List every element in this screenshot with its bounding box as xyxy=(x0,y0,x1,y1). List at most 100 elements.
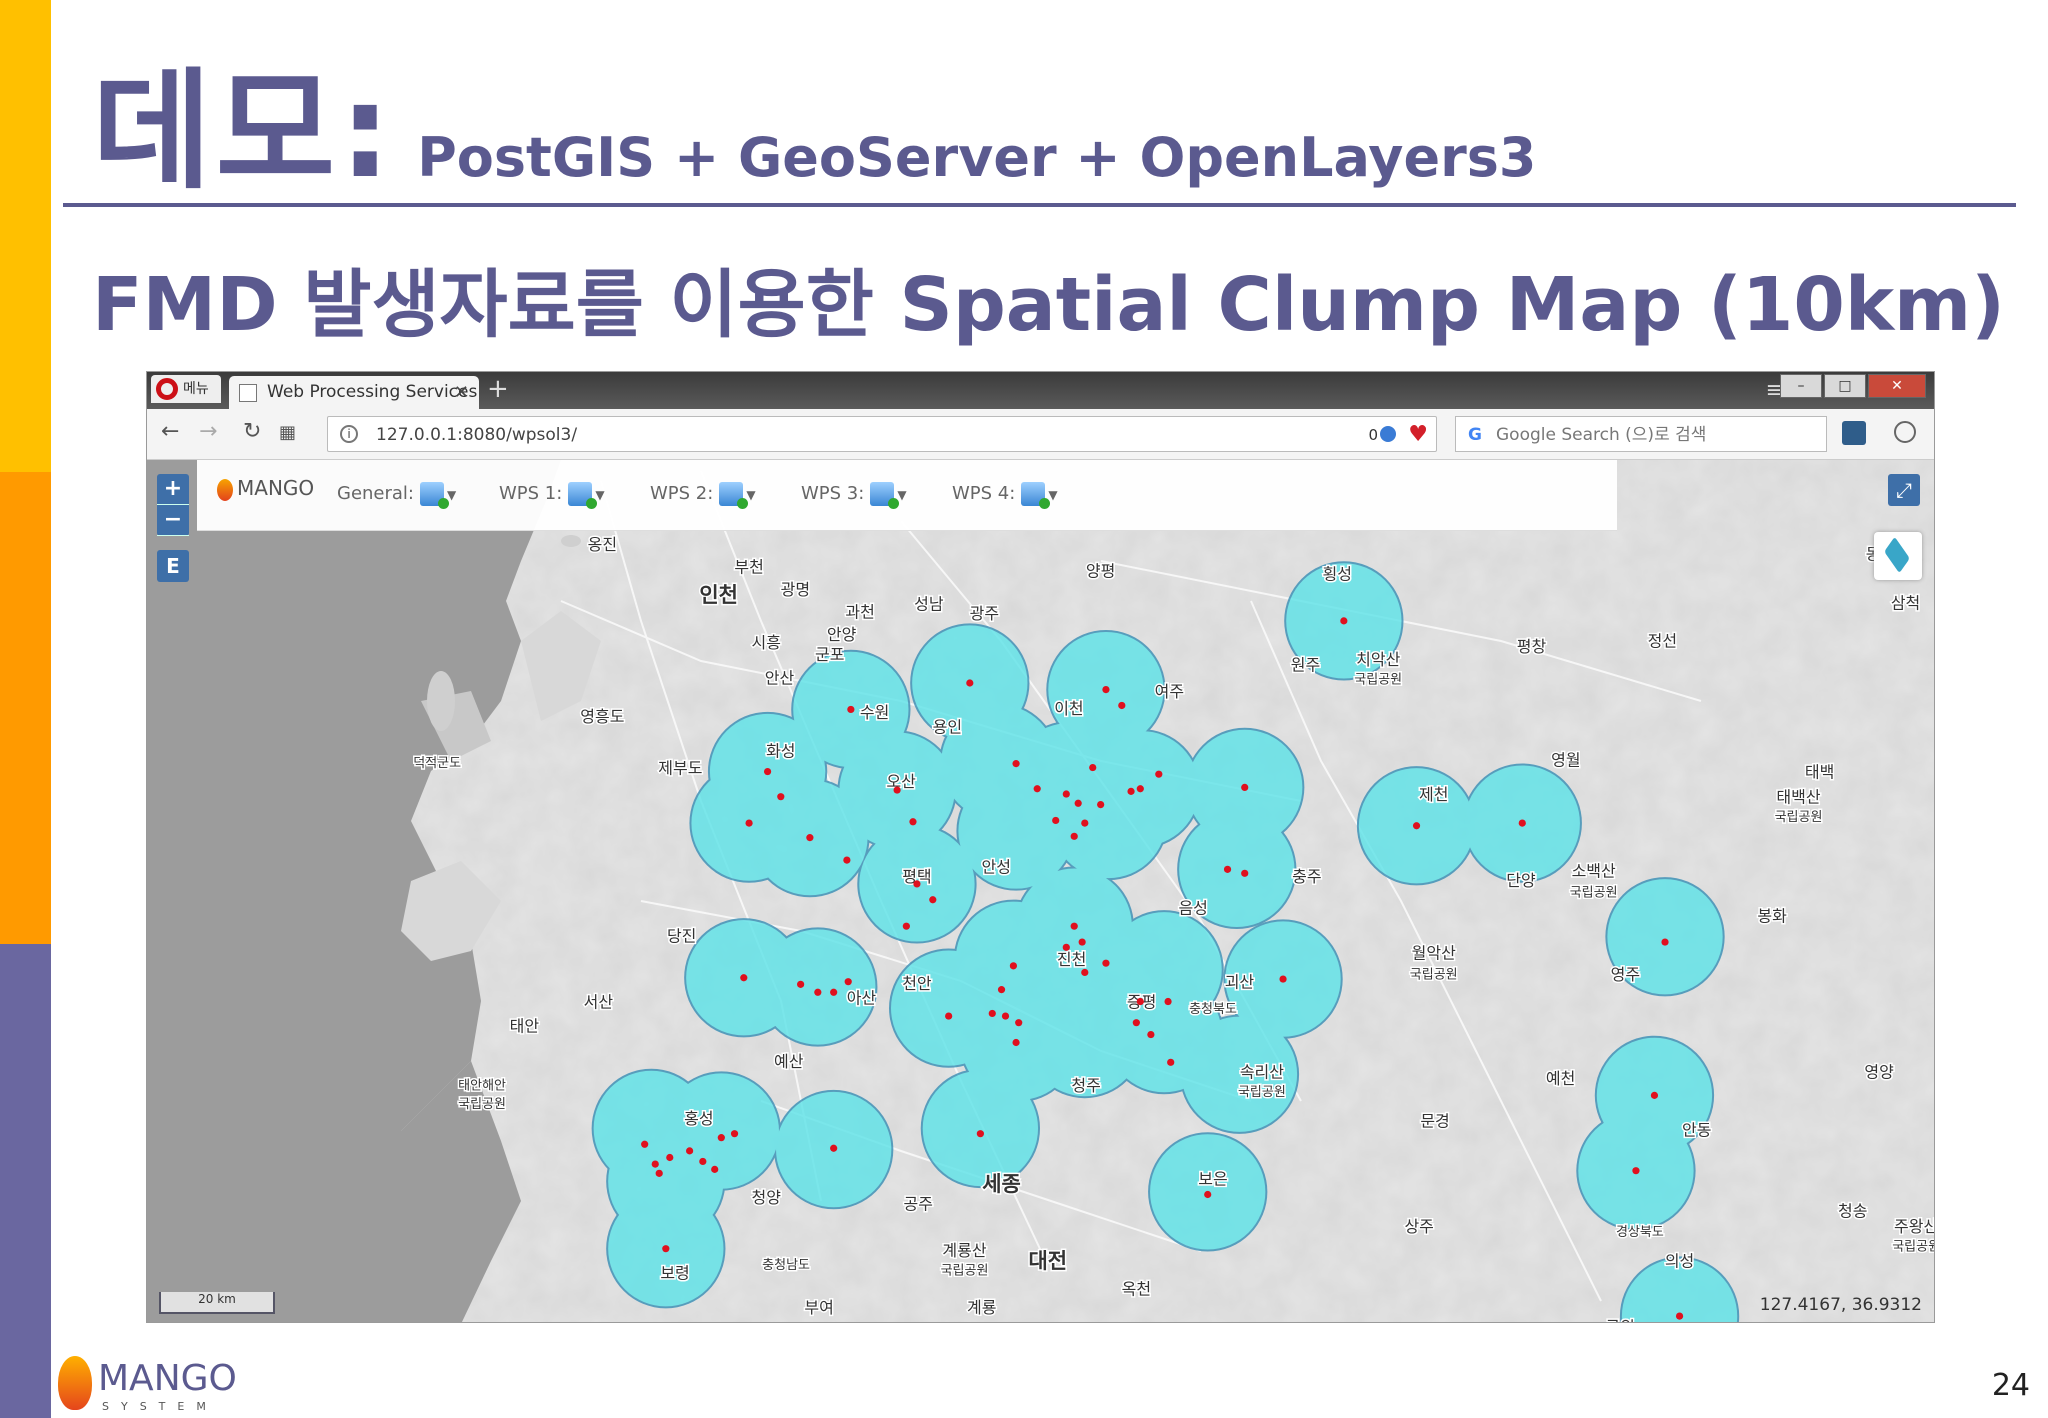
fmd-outbreak-point[interactable] xyxy=(1078,938,1086,946)
layer-switcher-icon[interactable] xyxy=(1874,532,1922,580)
edit-button[interactable]: E xyxy=(157,550,189,582)
fmd-outbreak-point[interactable] xyxy=(1650,1091,1659,1099)
fmd-outbreak-point[interactable] xyxy=(1052,816,1060,825)
fmd-outbreak-point[interactable] xyxy=(1033,785,1041,793)
speed-dial-icon[interactable]: ▦ xyxy=(279,422,296,443)
fmd-outbreak-point[interactable] xyxy=(909,818,917,826)
tool-general[interactable]: General: ▼ xyxy=(337,482,456,509)
fmd-outbreak-point[interactable] xyxy=(988,1009,996,1018)
map-canvas[interactable]: 인천 부천광명과천 성남 광주 양평안양 시흥군포안산수원용인 이천 여주 원주 횡성치악산국립공… xyxy=(147,460,1934,1323)
zoom-in-button[interactable]: + xyxy=(157,474,189,505)
site-info-icon[interactable]: i xyxy=(340,425,358,443)
browser-tab[interactable]: Web Processing Services ✕ xyxy=(229,376,479,409)
fmd-outbreak-point[interactable] xyxy=(797,980,805,988)
fmd-outbreak-point[interactable] xyxy=(1070,922,1078,930)
fmd-outbreak-point[interactable] xyxy=(1012,760,1020,768)
fmd-outbreak-point[interactable] xyxy=(1102,686,1110,694)
fmd-outbreak-point[interactable] xyxy=(913,880,921,888)
fmd-outbreak-point[interactable] xyxy=(1147,1030,1155,1039)
fmd-outbreak-point[interactable] xyxy=(902,922,910,930)
window-close-button[interactable]: ✕ xyxy=(1868,374,1926,398)
fmd-outbreak-point[interactable] xyxy=(1241,869,1249,877)
fmd-outbreak-point[interactable] xyxy=(806,834,814,842)
fullscreen-button[interactable]: ⤢ xyxy=(1888,474,1920,506)
fmd-outbreak-point[interactable] xyxy=(1279,975,1287,983)
minimize-button[interactable]: – xyxy=(1780,374,1822,398)
fmd-outbreak-point[interactable] xyxy=(893,786,901,794)
fmd-outbreak-point[interactable] xyxy=(717,1134,725,1142)
fmd-outbreak-point[interactable] xyxy=(1167,1058,1175,1066)
fmd-outbreak-point[interactable] xyxy=(777,793,785,801)
fmd-outbreak-point[interactable] xyxy=(1001,1012,1010,1020)
fmd-outbreak-point[interactable] xyxy=(1340,617,1348,625)
fmd-outbreak-point[interactable] xyxy=(1089,763,1097,772)
fmd-outbreak-point[interactable] xyxy=(686,1147,694,1155)
fmd-outbreak-point[interactable] xyxy=(662,1245,670,1253)
map-viewport[interactable]: 인천 부천 광명 과천 성남 광주 양평 안양 시흥 군포 안산 수원 용인 이천 여주 원주 횡성 치악산 국립공… xyxy=(147,460,1934,1323)
fmd-outbreak-point[interactable] xyxy=(1136,785,1144,793)
shield-icon[interactable] xyxy=(1380,426,1396,442)
address-bar[interactable]: i 127.0.0.1:8080/wpsol3/ 0 ♥ xyxy=(327,416,1437,452)
fmd-outbreak-point[interactable] xyxy=(814,988,822,996)
fmd-outbreak-point[interactable] xyxy=(1132,1019,1140,1027)
fmd-outbreak-point[interactable] xyxy=(711,1165,719,1173)
fmd-outbreak-point[interactable] xyxy=(655,1169,663,1177)
reload-icon[interactable]: ↻ xyxy=(243,419,261,444)
maximize-button[interactable]: □ xyxy=(1824,374,1866,398)
fmd-outbreak-point[interactable] xyxy=(830,1144,838,1152)
fmd-outbreak-point[interactable] xyxy=(1518,819,1526,827)
fmd-outbreak-point[interactable] xyxy=(1015,1019,1023,1027)
fmd-outbreak-point[interactable] xyxy=(1081,819,1089,827)
fmd-outbreak-point[interactable] xyxy=(745,819,753,827)
fmd-outbreak-point[interactable] xyxy=(1164,997,1172,1006)
fmd-outbreak-point[interactable] xyxy=(1155,770,1163,778)
fmd-outbreak-point[interactable] xyxy=(1074,799,1082,807)
fmd-outbreak-point[interactable] xyxy=(1412,822,1421,830)
fmd-outbreak-point[interactable] xyxy=(1661,938,1669,946)
fmd-outbreak-point[interactable] xyxy=(1062,943,1070,951)
extension-icon[interactable] xyxy=(1842,421,1866,445)
fmd-outbreak-point[interactable] xyxy=(843,856,851,864)
fmd-outbreak-point[interactable] xyxy=(1127,787,1135,795)
fmd-outbreak-point[interactable] xyxy=(929,896,937,904)
tab-close-icon[interactable]: ✕ xyxy=(454,376,469,409)
fmd-outbreak-point[interactable] xyxy=(1241,783,1249,792)
fmd-outbreak-point[interactable] xyxy=(1675,1312,1684,1320)
fmd-outbreak-point[interactable] xyxy=(844,978,852,986)
opera-menu-button[interactable]: 메뉴 xyxy=(151,375,221,403)
fmd-outbreak-point[interactable] xyxy=(666,1153,674,1162)
fmd-outbreak-point[interactable] xyxy=(1009,962,1018,970)
forward-arrow-icon[interactable]: → xyxy=(199,419,217,444)
fmd-outbreak-point[interactable] xyxy=(976,1130,984,1138)
fmd-outbreak-point[interactable] xyxy=(1204,1190,1212,1199)
fmd-outbreak-point[interactable] xyxy=(730,1130,739,1138)
back-arrow-icon[interactable]: ← xyxy=(161,419,179,444)
fmd-outbreak-point[interactable] xyxy=(966,679,974,687)
fmd-outbreak-point[interactable] xyxy=(1012,1038,1020,1047)
fmd-outbreak-point[interactable] xyxy=(1136,997,1144,1006)
download-icon[interactable] xyxy=(1894,421,1916,443)
fmd-outbreak-point[interactable] xyxy=(830,988,838,996)
zoom-out-button[interactable]: − xyxy=(157,505,189,536)
fmd-outbreak-point[interactable] xyxy=(1097,800,1105,809)
fmd-outbreak-point[interactable] xyxy=(763,767,772,776)
fmd-outbreak-point[interactable] xyxy=(1062,790,1070,798)
fmd-outbreak-point[interactable] xyxy=(651,1160,659,1168)
fmd-outbreak-point[interactable] xyxy=(945,1012,953,1020)
heart-icon[interactable]: ♥ xyxy=(1408,417,1428,453)
fmd-outbreak-point[interactable] xyxy=(699,1157,707,1166)
tool-wps2[interactable]: WPS 2: ▼ xyxy=(650,482,756,509)
tool-wps4[interactable]: WPS 4: ▼ xyxy=(952,482,1058,509)
fmd-outbreak-point[interactable] xyxy=(1070,832,1078,840)
tool-wps3[interactable]: WPS 3: ▼ xyxy=(801,482,907,509)
fmd-outbreak-point[interactable] xyxy=(847,705,855,714)
fmd-outbreak-point[interactable] xyxy=(1223,865,1232,873)
tool-wps1[interactable]: WPS 1: ▼ xyxy=(499,482,605,509)
new-tab-button[interactable]: + xyxy=(487,374,509,404)
fmd-outbreak-point[interactable] xyxy=(740,974,748,982)
fmd-outbreak-point[interactable] xyxy=(1102,959,1110,967)
fmd-outbreak-point[interactable] xyxy=(641,1140,649,1148)
fmd-outbreak-point[interactable] xyxy=(1081,968,1089,977)
fmd-outbreak-point[interactable] xyxy=(1632,1167,1640,1175)
search-box[interactable]: G Google Search (으)로 검색 xyxy=(1455,416,1827,452)
